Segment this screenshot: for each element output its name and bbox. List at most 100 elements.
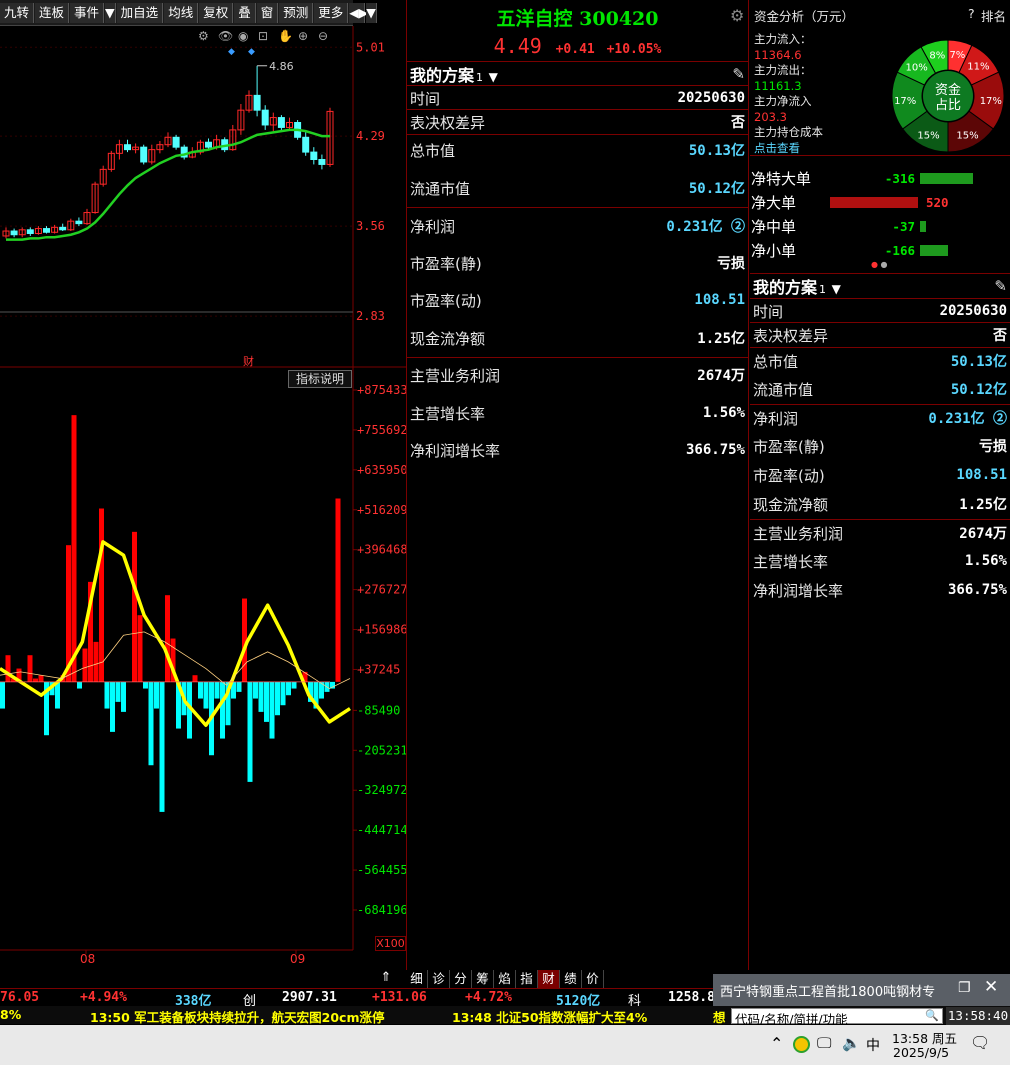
candle [172, 136, 180, 148]
toolbar-item-1[interactable]: 连板 [35, 2, 70, 23]
signal-line [0, 540, 351, 727]
toolbar-item-10[interactable]: 更多 [314, 2, 349, 23]
news-item-3[interactable]: 想 [713, 1007, 726, 1026]
plan-title[interactable]: 我的方案 1 ▼ [410, 62, 498, 86]
popup-text[interactable]: 西宁特钢重点工程首批1800吨钢材专 [720, 981, 935, 1000]
net-label: 主力净流入 [754, 94, 812, 108]
indicator-bar [214, 681, 220, 699]
plan-row-label: 流通市值 [410, 179, 471, 198]
zoom-in-icon[interactable]: ⊕ [298, 29, 308, 43]
toolbar-item-5[interactable]: 均线 [164, 2, 199, 23]
pie-slice-label: 15% [956, 130, 978, 141]
news-item-1[interactable]: 13:50 军工装备板块持续拉升，航天宏图20cm涨停 [90, 1007, 384, 1026]
pie-center-label: 占比 [935, 98, 961, 113]
close-icon[interactable]: ✕ [984, 977, 998, 997]
tab-3[interactable]: 筹 [472, 970, 494, 988]
toolbar-item-0[interactable]: 九转 [0, 2, 35, 23]
section-divider [750, 404, 1010, 405]
restore-icon[interactable]: ❐ [958, 980, 971, 996]
plan-row-value: 50.12亿 [688, 181, 745, 197]
candle [277, 117, 285, 128]
notification-icon[interactable]: 🗨 [970, 1033, 990, 1052]
price-line: 4.49 +0.41 +10.05% [407, 34, 748, 58]
section-divider [407, 134, 748, 135]
plan-header[interactable]: 我的方案 1 ▼ ✎ [407, 62, 748, 86]
toolbar-item-6[interactable]: 复权 [199, 2, 234, 23]
edit-icon[interactable]: ✎ [994, 277, 1007, 295]
pie-slice-label: 17% [894, 96, 916, 107]
app-tray-icon[interactable] [793, 1036, 810, 1053]
eye-icon[interactable]: 👁 [218, 29, 233, 43]
tab-4[interactable]: 焰 [494, 970, 516, 988]
plan-row-value: 50.13亿 [688, 143, 745, 159]
indicator-bar [121, 681, 126, 712]
page-dots[interactable]: ● ● [871, 260, 888, 269]
indicator-bar [203, 681, 209, 709]
stamp-icon[interactable]: ⊡ [258, 29, 268, 43]
indicator-bar [115, 681, 121, 702]
candle [253, 94, 261, 111]
candle [59, 226, 67, 231]
high-marker-label: 4.86 [269, 60, 294, 73]
settings-gear-icon[interactable]: ⚙ [730, 8, 746, 24]
scroll-up-arrow-icon[interactable]: ⇑ [376, 970, 396, 988]
plan-row-label: 表决权差异 [410, 113, 486, 132]
indicator-bar [159, 681, 165, 812]
search-icon[interactable]: 🔍 [925, 1009, 939, 1022]
taskbar-date[interactable]: 2025/9/5 [893, 1045, 949, 1060]
zoom-out-icon[interactable]: ⊖ [318, 29, 328, 43]
volume-icon[interactable]: 🔈 [842, 1034, 861, 1052]
candlestick-chart[interactable]: ⚙ 👁 ◉ ⊡ ✋ ⊕ ⊖ ◆ ◆ 5.01 4.29 3.56 2.83 4.86 财 [0, 26, 406, 394]
edit-icon[interactable]: ✎ [732, 65, 745, 83]
dropdown-chevron-icon[interactable]: ▼ [832, 282, 841, 296]
ticker-value-1: 76.05 [0, 990, 40, 1005]
rank-link[interactable]: 排名 [981, 6, 1006, 25]
indicator-help-button[interactable]: 指标说明 [288, 370, 352, 388]
plan-row-label: 流通市值 [753, 380, 814, 399]
toolbar-item-7[interactable]: 叠 [234, 2, 256, 23]
indicator-bar [165, 595, 170, 682]
network-icon[interactable]: 🖵 [817, 1034, 831, 1052]
indicator-bar [258, 681, 264, 712]
toolbar-item-12[interactable]: ▼ [366, 2, 377, 23]
windows-taskbar: ⌃ 🖵 🔈 中 13:58 周五 2025/9/5 🗨 [0, 1025, 1010, 1065]
tab-8[interactable]: 价 [582, 970, 604, 988]
plan-row-value: 1.25亿 [959, 497, 1007, 513]
help-icon[interactable]: ? [968, 6, 975, 21]
indicator-bar [137, 615, 143, 682]
tab-5[interactable]: 指 [516, 970, 538, 988]
tab-2[interactable]: 分 [450, 970, 472, 988]
hand-icon[interactable]: ✋ [278, 29, 293, 43]
toolbar-item-8[interactable]: 窗 [256, 2, 279, 23]
tab-1[interactable]: 诊 [428, 970, 450, 988]
indicator-chart[interactable]: +875433 +755692 +635950 +516209 +396468 +2767… [0, 368, 406, 968]
plan-row-label: 净利润增长率 [753, 581, 844, 600]
toolbar-item-2[interactable]: 事件 [70, 2, 105, 23]
news-popup[interactable]: 西宁特钢重点工程首批1800吨钢材专 ❐ ✕ [713, 974, 1010, 1006]
chevron-up-icon[interactable]: ⌃ [770, 1034, 783, 1053]
tab-0[interactable]: 细 [406, 970, 428, 988]
news-pct: 8% [0, 1007, 22, 1022]
candle [43, 228, 50, 233]
toolbar-item-3[interactable]: ▼ [105, 2, 116, 23]
plan-header[interactable]: 我的方案 1 ▼ ✎ [750, 274, 1010, 298]
dropdown-chevron-icon[interactable]: ▼ [489, 70, 498, 84]
plan-number: 1 [819, 283, 827, 296]
news-item-2[interactable]: 13:48 北证50指数涨幅扩大至4% [452, 1007, 647, 1026]
tab-7[interactable]: 绩 [560, 970, 582, 988]
toolbar-item-9[interactable]: 预测 [279, 2, 314, 23]
ime-indicator[interactable]: 中 [866, 1035, 880, 1055]
plan-row-label: 时间 [410, 89, 441, 108]
candle [318, 159, 326, 165]
price-tick-label: 2.83 [356, 309, 385, 323]
settings-icon[interactable]: ⚙ [198, 29, 209, 43]
search-input[interactable]: 代码/名称/简拼/功能 🔍 [731, 1008, 943, 1027]
cost-link[interactable]: 点击查看 [754, 141, 823, 157]
plan-row: 流通市值 50.12亿 [407, 176, 748, 200]
toolbar-item-4[interactable]: 加自选 [116, 2, 164, 23]
plan-title[interactable]: 我的方案 1 ▼ [753, 274, 841, 298]
section-divider [407, 109, 748, 110]
view-icon[interactable]: ◉ [238, 29, 248, 43]
tab-6[interactable]: 财 [538, 970, 560, 988]
toolbar-item-11[interactable]: ◀▶ [349, 2, 369, 23]
